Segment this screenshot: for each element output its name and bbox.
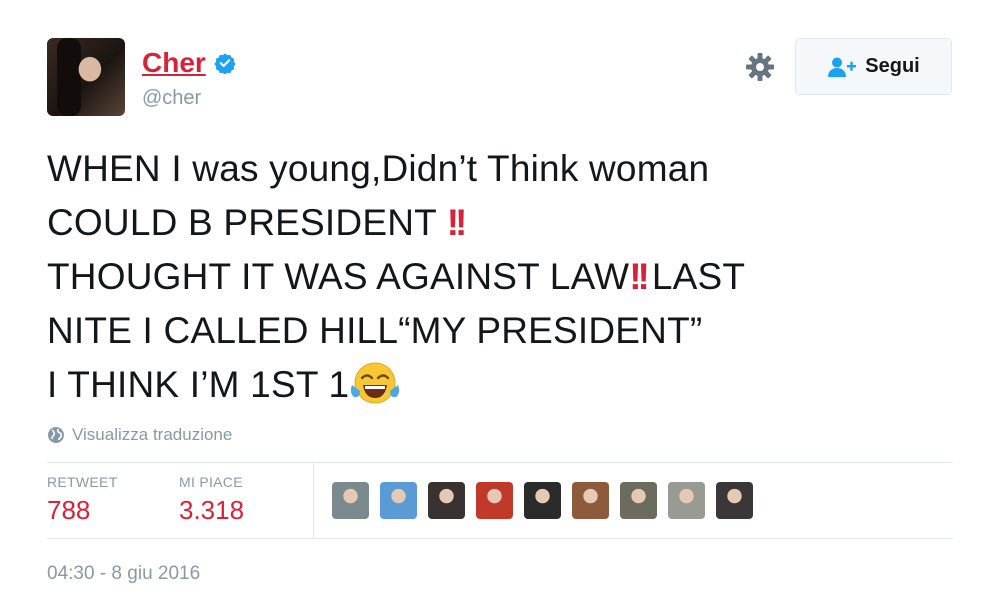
tweet-line-4: NITE I CALLED HILL“MY PRESIDENT” xyxy=(47,310,703,351)
tweet-timestamp[interactable]: 04:30 - 8 giu 2016 xyxy=(47,563,200,585)
retweet-count: 788 xyxy=(47,495,91,525)
double-exclamation-emoji: !! xyxy=(446,202,468,243)
translate-label: Visualizza traduzione xyxy=(72,425,233,444)
retweet-label: RETWEET xyxy=(47,474,118,490)
tweet-line-3b-text: LAST xyxy=(651,256,746,297)
divider xyxy=(47,462,953,463)
liker-avatar[interactable] xyxy=(668,482,705,519)
likes-stat[interactable]: MI PIACE 3.318 xyxy=(179,474,244,528)
follow-button-label: Segui xyxy=(865,55,920,77)
liker-avatar[interactable] xyxy=(716,482,753,519)
liker-avatar[interactable] xyxy=(572,482,609,519)
add-user-icon xyxy=(828,57,857,77)
tweet-line-2-text: COULD B PRESIDENT xyxy=(47,202,437,243)
liker-avatars xyxy=(332,482,753,519)
liker-avatar[interactable] xyxy=(380,482,417,519)
tweet-line-5: I THINK I’M 1ST 1 xyxy=(47,358,947,412)
globe-icon xyxy=(48,427,64,443)
divider xyxy=(47,538,953,539)
liker-avatar[interactable] xyxy=(332,482,369,519)
likes-label: MI PIACE xyxy=(179,474,243,490)
tweet-text: WHEN I was young,Didn’t Think woman COUL… xyxy=(47,142,947,412)
author-handle[interactable]: @cher xyxy=(142,86,201,110)
liker-avatar[interactable] xyxy=(476,482,513,519)
translate-link[interactable]: Visualizza traduzione xyxy=(47,425,232,445)
retweet-stat[interactable]: RETWEET 788 xyxy=(47,474,118,528)
follow-button[interactable]: Segui xyxy=(795,38,952,95)
tweet-line-5-text: I THINK I’M 1ST 1 xyxy=(47,364,350,405)
author-name[interactable]: Cher xyxy=(142,46,206,80)
likes-count: 3.318 xyxy=(179,495,245,525)
gear-icon[interactable] xyxy=(744,51,776,83)
tweet-line-3: THOUGHT IT WAS AGAINST LAW!! LAST xyxy=(47,250,947,304)
tweet-line-1: WHEN I was young,Didn’t Think woman xyxy=(47,148,710,189)
author-avatar[interactable] xyxy=(47,38,125,116)
tweet-line-3-text: THOUGHT IT WAS AGAINST LAW xyxy=(47,256,630,297)
liker-avatar[interactable] xyxy=(428,482,465,519)
divider xyxy=(313,463,314,538)
tears-of-joy-emoji-icon xyxy=(351,362,400,404)
double-exclamation-emoji: !! xyxy=(629,256,650,297)
tweet-line-2: COULD B PRESIDENT !! xyxy=(47,196,947,250)
liker-avatar[interactable] xyxy=(620,482,657,519)
liker-avatar[interactable] xyxy=(524,482,561,519)
verified-badge-icon xyxy=(214,53,236,74)
